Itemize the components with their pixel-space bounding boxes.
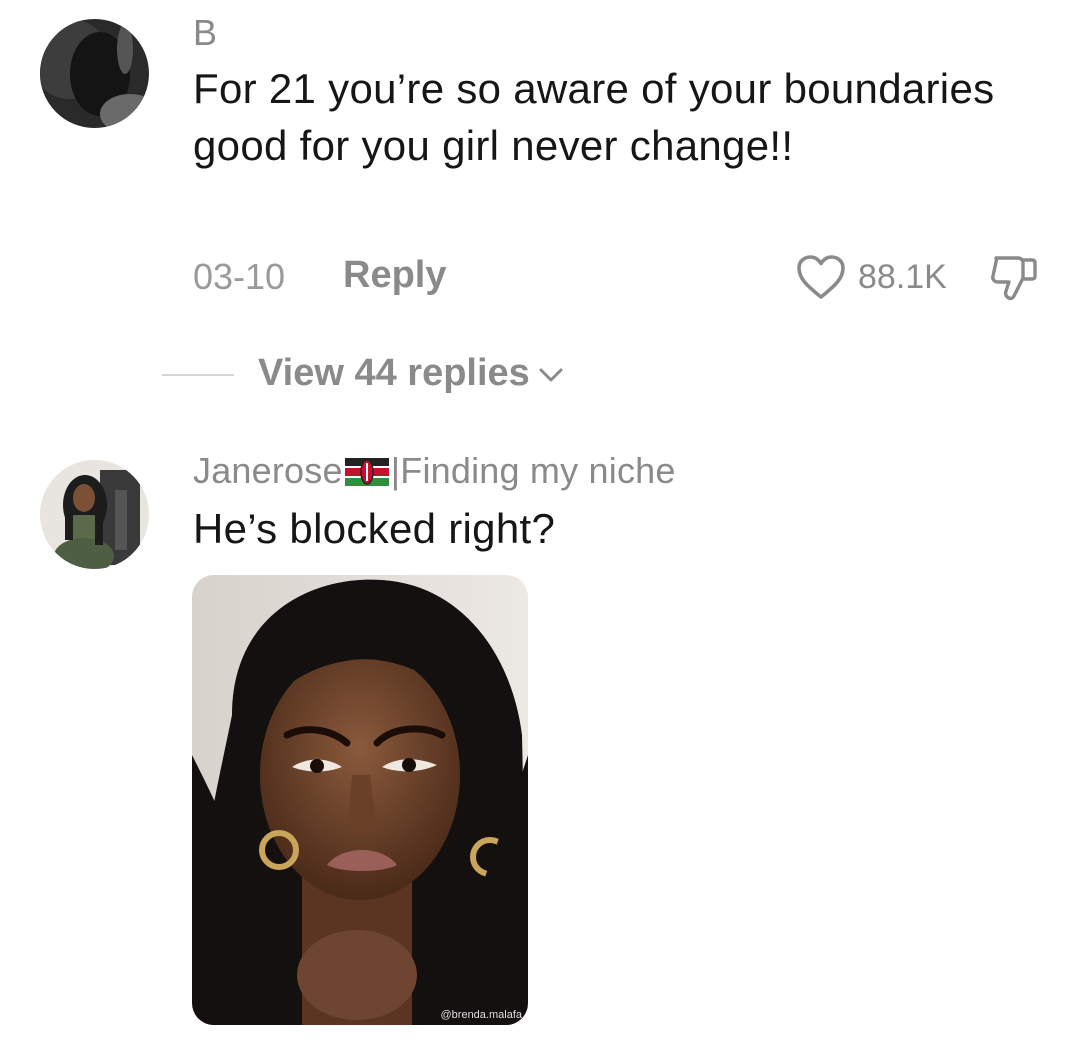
view-replies-label: View 44 replies bbox=[258, 352, 530, 394]
comment-text: He’s blocked right? bbox=[193, 505, 556, 552]
avatar-photo-icon bbox=[40, 19, 149, 128]
sticker-image[interactable]: @brenda.malafa bbox=[192, 575, 528, 1025]
chevron-down-icon bbox=[539, 368, 563, 382]
frowning-doll-sticker-icon bbox=[192, 575, 528, 1025]
thumbs-down-icon[interactable] bbox=[988, 252, 1040, 302]
kenya-flag-icon bbox=[344, 457, 389, 487]
comment-text: For 21 you’re so aware of your boundarie… bbox=[193, 65, 995, 169]
comment-avatar[interactable] bbox=[40, 460, 149, 569]
heart-icon[interactable] bbox=[796, 254, 846, 300]
username-name: Janerose bbox=[193, 450, 343, 491]
sticker-watermark: @brenda.malafa bbox=[440, 1009, 523, 1021]
comment-username[interactable]: B bbox=[193, 12, 217, 54]
view-replies-button[interactable]: View 44 replies bbox=[258, 352, 564, 395]
avatar-photo-icon bbox=[40, 460, 149, 569]
comment-date: 03-10 bbox=[193, 256, 286, 297]
comment-avatar[interactable] bbox=[40, 19, 149, 128]
reply-button[interactable]: Reply bbox=[343, 254, 446, 297]
username-suffix: |Finding my niche bbox=[390, 450, 676, 491]
comment-username[interactable]: Janerose |Finding my niche bbox=[193, 450, 676, 492]
comment-meta-row: 03-10 Reply 88.1K bbox=[193, 252, 1040, 302]
replies-divider bbox=[162, 374, 234, 376]
like-count: 88.1K bbox=[858, 258, 947, 296]
